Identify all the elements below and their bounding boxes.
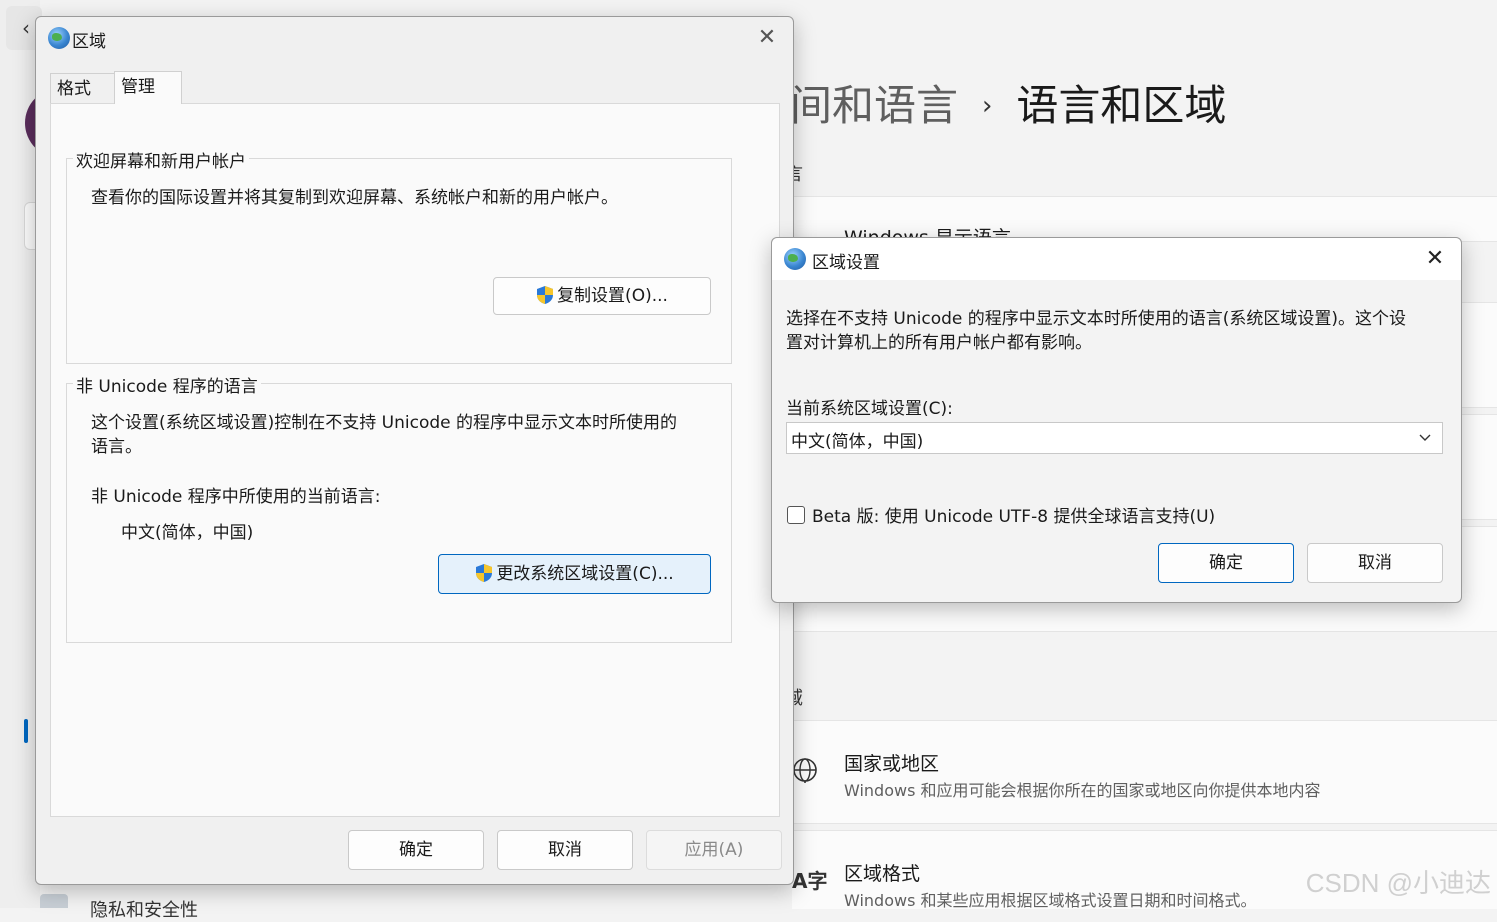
- uac-shield-icon: [476, 564, 493, 582]
- watermark: CSDN @小迪达: [1305, 868, 1491, 898]
- card-region-format-title: 区域格式: [844, 863, 921, 885]
- copy-settings-label: 复制设置(O)...: [557, 286, 668, 306]
- card-display-language[interactable]: Windows 显示语言: [792, 196, 1497, 249]
- tab-formats[interactable]: 格式: [50, 73, 118, 104]
- close-icon[interactable]: ✕: [1420, 244, 1450, 274]
- breadcrumb: 间和语言 › 语言和区域: [790, 72, 1226, 133]
- cancel-button[interactable]: 取消: [497, 830, 633, 870]
- globe-icon: [784, 248, 806, 270]
- cancel-button[interactable]: 取消: [1307, 543, 1443, 583]
- page-title: 语言和区域: [1016, 81, 1227, 130]
- beta-utf8-checkbox[interactable]: [787, 506, 805, 524]
- card-country-title: 国家或地区: [844, 753, 940, 775]
- system-locale-value: 中文(简体，中国): [791, 432, 924, 452]
- nav-selection-indicator: [24, 719, 28, 743]
- chevron-down-icon: [1418, 425, 1432, 455]
- settings-description-line1: 选择在不支持 Unicode 的程序中显示文本时所使用的语言(系统区域设置)。这…: [786, 309, 1407, 329]
- non-unicode-group: 非 Unicode 程序的语言 这个设置(系统区域设置)控制在不支持 Unico…: [66, 372, 732, 643]
- current-language-value: 中文(简体，中国): [121, 523, 254, 543]
- non-unicode-description-line1: 这个设置(系统区域设置)控制在不支持 Unicode 的程序中显示文本时所使用的: [91, 413, 678, 433]
- language-format-icon: A字: [792, 869, 828, 893]
- card-country-region[interactable]: 国家或地区 Windows 和应用可能会根据你所在的国家或地区向你提供本地内容: [792, 720, 1497, 824]
- change-system-locale-button[interactable]: 更改系统区域设置(C)...: [438, 554, 711, 594]
- region-settings-title: 区域设置: [812, 253, 880, 273]
- copy-settings-button[interactable]: 复制设置(O)...: [493, 277, 711, 315]
- card-country-subtitle: Windows 和应用可能会根据你所在的国家或地区向你提供本地内容: [844, 781, 1321, 800]
- breadcrumb-parent[interactable]: 间和语言: [790, 81, 958, 130]
- apply-button[interactable]: 应用(A): [646, 830, 782, 870]
- beta-utf8-label[interactable]: Beta 版: 使用 Unicode UTF-8 提供全球语言支持(U): [812, 502, 1215, 527]
- globe-icon: [792, 757, 818, 789]
- region-dialog: 区域 ✕ 格式 管理 欢迎屏幕和新用户帐户 查看你的国际设置并将其复制到欢迎屏幕…: [35, 16, 794, 885]
- non-unicode-description-line2: 语言。: [91, 437, 142, 457]
- card-region-format-subtitle: Windows 和某些应用根据区域格式设置日期和时间格式。: [844, 891, 1257, 910]
- change-system-locale-label: 更改系统区域设置(C)...: [496, 564, 674, 584]
- welcome-group-legend: 欢迎屏幕和新用户帐户: [73, 147, 249, 172]
- close-icon[interactable]: ✕: [752, 23, 782, 53]
- non-unicode-group-legend: 非 Unicode 程序的语言: [73, 372, 261, 397]
- administrative-tab-panel: 欢迎屏幕和新用户帐户 查看你的国际设置并将其复制到欢迎屏幕、系统帐户和新的用户帐…: [50, 103, 780, 817]
- welcome-screen-group: 欢迎屏幕和新用户帐户 查看你的国际设置并将其复制到欢迎屏幕、系统帐户和新的用户帐…: [66, 147, 732, 364]
- region-dialog-title: 区域: [72, 32, 106, 52]
- tab-administrative[interactable]: 管理: [114, 71, 182, 104]
- region-settings-dialog: 区域设置 ✕ 选择在不支持 Unicode 的程序中显示文本时所使用的语言(系统…: [771, 237, 1462, 603]
- ok-button[interactable]: 确定: [1158, 543, 1294, 583]
- settings-description-line2: 置对计算机上的所有用户帐户都有影响。: [786, 333, 1092, 353]
- current-locale-label: 当前系统区域设置(C):: [786, 399, 953, 419]
- breadcrumb-separator-icon: ›: [982, 91, 993, 121]
- welcome-description: 查看你的国际设置并将其复制到欢迎屏幕、系统帐户和新的用户帐户。: [91, 188, 618, 208]
- uac-shield-icon: [537, 286, 554, 304]
- back-arrow-icon: ‹: [22, 16, 30, 40]
- sidebar-item-privacy[interactable]: 隐私和安全性: [90, 896, 198, 922]
- globe-icon: [48, 27, 70, 49]
- system-locale-select[interactable]: 中文(简体，中国): [786, 422, 1443, 454]
- current-language-label: 非 Unicode 程序中所使用的当前语言:: [91, 487, 381, 507]
- privacy-shield-icon: [40, 894, 68, 908]
- ok-button[interactable]: 确定: [348, 830, 484, 870]
